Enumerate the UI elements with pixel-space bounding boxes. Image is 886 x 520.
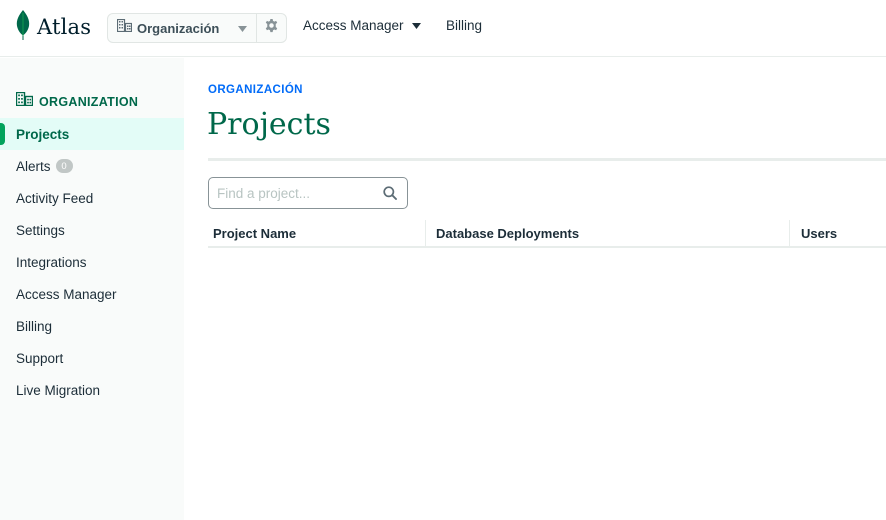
leaf-icon bbox=[16, 9, 30, 45]
sidebar-item-settings[interactable]: Settings bbox=[0, 214, 184, 246]
sidebar-item-label: Billing bbox=[16, 318, 53, 334]
sidebar-item-label: Integrations bbox=[16, 254, 87, 270]
sidebar: ORGANIZATION Projects Alerts 0 Activity … bbox=[0, 58, 184, 520]
organization-name: Organización bbox=[137, 20, 220, 36]
sidebar-item-alerts[interactable]: Alerts 0 bbox=[0, 150, 184, 182]
top-navigation-bar: Atlas Organización Access Manager Billin… bbox=[0, 0, 886, 57]
sidebar-item-projects[interactable]: Projects bbox=[0, 118, 184, 150]
topnav-billing[interactable]: Billing bbox=[446, 18, 482, 33]
sidebar-item-label: Settings bbox=[16, 222, 65, 238]
sidebar-header: ORGANIZATION bbox=[15, 91, 139, 111]
title-divider bbox=[208, 158, 886, 161]
atlas-logo[interactable]: Atlas bbox=[16, 9, 92, 45]
building-icon bbox=[116, 18, 133, 37]
topnav-access-manager-label: Access Manager bbox=[303, 18, 404, 33]
project-search bbox=[208, 177, 408, 209]
page-title: Projects bbox=[207, 107, 331, 142]
caret-down-icon bbox=[411, 22, 421, 29]
projects-table-header: Project Name Database Deployments Users bbox=[208, 220, 886, 248]
building-icon bbox=[15, 91, 34, 111]
organization-select[interactable]: Organización bbox=[108, 14, 258, 42]
sidebar-item-activity-feed[interactable]: Activity Feed bbox=[0, 182, 184, 214]
sidebar-item-label: Support bbox=[16, 350, 64, 366]
brand-name: Atlas bbox=[37, 15, 92, 39]
sidebar-item-label: Alerts bbox=[16, 158, 51, 174]
sidebar-item-live-migration[interactable]: Live Migration bbox=[0, 374, 184, 406]
sidebar-header-label: ORGANIZATION bbox=[39, 94, 139, 109]
sidebar-item-label: Projects bbox=[16, 126, 70, 142]
column-header-users[interactable]: Users bbox=[789, 220, 886, 246]
alerts-count-badge: 0 bbox=[55, 159, 73, 173]
gear-icon bbox=[264, 18, 279, 38]
organization-picker: Organización bbox=[107, 13, 287, 43]
organization-settings-button[interactable] bbox=[257, 14, 286, 42]
search-icon[interactable] bbox=[383, 186, 397, 205]
sidebar-item-support[interactable]: Support bbox=[0, 342, 184, 374]
breadcrumb[interactable]: ORGANIZACIÓN bbox=[208, 84, 303, 96]
column-header-project-name[interactable]: Project Name bbox=[213, 220, 425, 246]
sidebar-item-integrations[interactable]: Integrations bbox=[0, 246, 184, 278]
sidebar-item-label: Live Migration bbox=[16, 382, 101, 398]
sidebar-item-label: Access Manager bbox=[16, 286, 117, 302]
sidebar-item-access-manager[interactable]: Access Manager bbox=[0, 278, 184, 310]
column-header-database-deployments[interactable]: Database Deployments bbox=[425, 220, 789, 246]
topnav-access-manager[interactable]: Access Manager bbox=[303, 18, 421, 33]
caret-down-icon bbox=[238, 19, 248, 37]
sidebar-item-billing[interactable]: Billing bbox=[0, 310, 184, 342]
sidebar-item-label: Activity Feed bbox=[16, 190, 94, 206]
search-input[interactable] bbox=[209, 178, 407, 208]
